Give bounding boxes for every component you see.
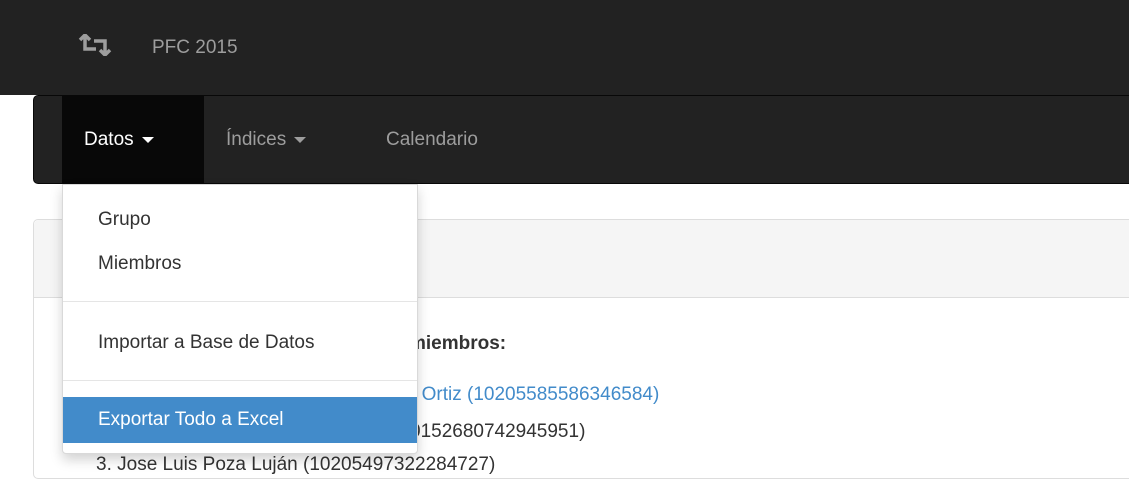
nav-item-calendario[interactable]: Calendario	[376, 96, 488, 183]
members-heading: miembros:	[409, 333, 507, 354]
menu-item-miembros[interactable]: Miembros	[63, 249, 417, 279]
menu-item-grupo[interactable]: Grupo	[63, 205, 417, 235]
menu-item-label: Grupo	[98, 209, 151, 230]
nav-item-label: Calendario	[386, 129, 478, 150]
member-link[interactable]: r Ortiz (10205585586346584)	[410, 384, 659, 406]
brand-title[interactable]: PFC 2015	[152, 37, 238, 59]
top-bar: PFC 2015	[0, 0, 1129, 95]
menu-item-label: Importar a Base de Datos	[98, 332, 315, 353]
nav-item-indices[interactable]: Índices	[216, 96, 316, 183]
retweet-icon[interactable]	[78, 34, 112, 56]
nav-item-label: Datos	[84, 129, 134, 150]
menu-item-label: Miembros	[98, 253, 182, 274]
menu-divider	[63, 301, 417, 302]
member-item: 0152680742945951)	[410, 421, 586, 442]
menu-item-importar[interactable]: Importar a Base de Datos	[63, 328, 417, 358]
nav-item-label: Índices	[226, 129, 287, 150]
menu-item-label: Exportar Todo a Excel	[98, 409, 284, 430]
nav-item-datos[interactable]: Datos	[62, 96, 204, 183]
member-item: 3. Jose Luis Poza Luján (102054973222847…	[96, 454, 496, 475]
datos-dropdown-menu: Grupo Miembros Importar a Base de Datos …	[62, 184, 418, 454]
menu-item-exportar-excel[interactable]: Exportar Todo a Excel	[63, 397, 417, 443]
main-navbar: Datos Índices Calendario	[33, 95, 1129, 184]
caret-down-icon	[294, 136, 307, 143]
caret-down-icon	[141, 136, 154, 143]
menu-divider	[63, 380, 417, 381]
